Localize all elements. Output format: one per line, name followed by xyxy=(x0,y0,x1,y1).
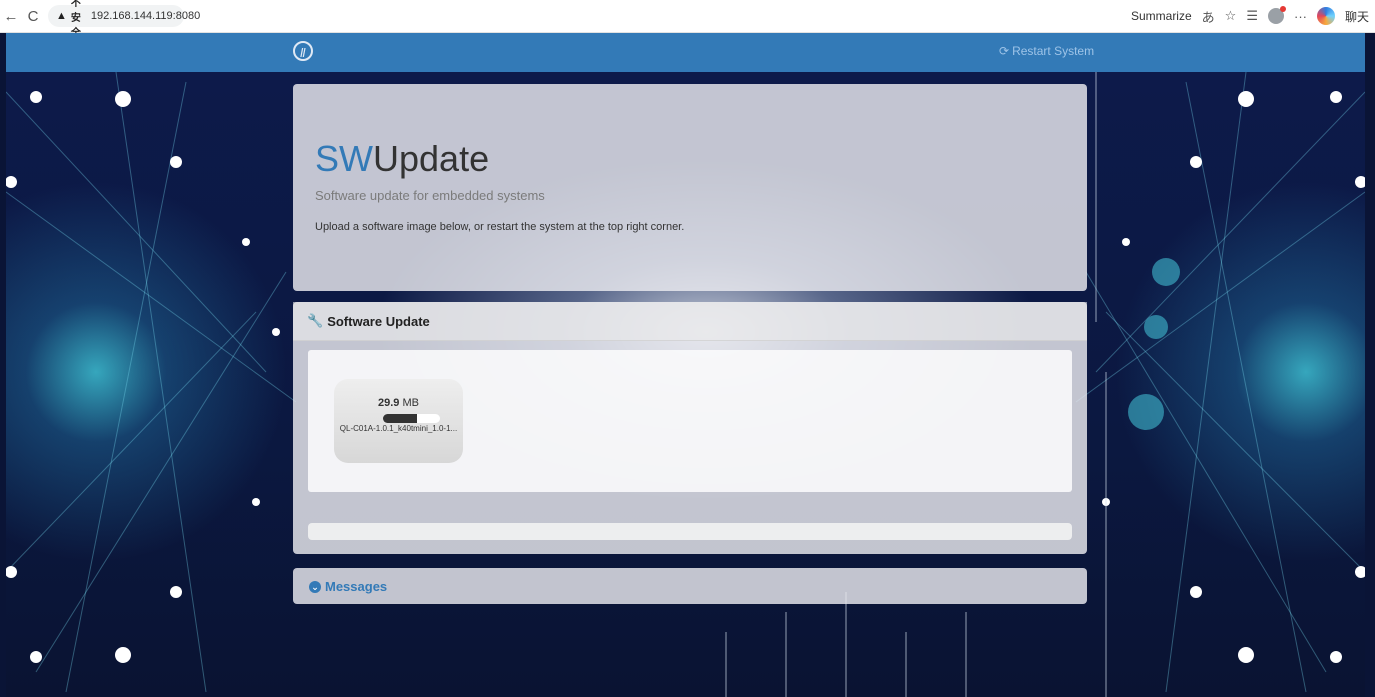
favorites-icon[interactable]: ☰ xyxy=(1246,8,1258,24)
update-progress-bar xyxy=(308,523,1072,540)
messages-panel: ⌄ Messages xyxy=(293,568,1087,604)
file-size-value: 29.9 xyxy=(378,397,400,409)
file-progress-fill xyxy=(383,414,418,423)
chat-label[interactable]: 聊天 xyxy=(1345,8,1369,25)
file-progress-track xyxy=(383,414,440,423)
messages-toggle[interactable]: ⌄ Messages xyxy=(309,579,387,594)
software-update-title: Software Update xyxy=(327,313,430,329)
software-update-panel: 🔧 Software Update 29.9 MB QL-C01A-1.0.1_… xyxy=(293,302,1087,554)
file-size: 29.9 MB xyxy=(334,397,463,409)
star-icon[interactable]: ☆ xyxy=(1225,8,1237,24)
file-preview[interactable]: 29.9 MB QL-C01A-1.0.1_k40tmini_1.0-1... xyxy=(334,379,463,463)
wrench-icon: 🔧 xyxy=(307,313,324,328)
summarize-button[interactable]: Summarize xyxy=(1131,9,1192,23)
restart-system-button[interactable]: ⟳ Restart System xyxy=(999,44,1094,58)
file-name: QL-C01A-1.0.1_k40tmini_1.0-1... xyxy=(339,424,458,433)
address-bar[interactable]: ▲ 不安全 192.168.144.119:8080 xyxy=(48,0,200,39)
app-navbar: Ⅱ ⟳ Restart System xyxy=(6,33,1365,72)
browser-toolbar: ← C ▲ 不安全 192.168.144.119:8080 Summarize… xyxy=(0,0,1375,39)
title-update: Update xyxy=(373,138,490,179)
page-title: SWUpdate xyxy=(315,138,489,180)
software-update-heading: 🔧 Software Update xyxy=(293,302,1087,341)
logo-icon[interactable]: Ⅱ xyxy=(293,41,313,61)
page-description: Upload a software image below, or restar… xyxy=(315,221,685,233)
page-subtitle: Software update for embedded systems xyxy=(315,188,545,203)
translate-icon[interactable]: あ xyxy=(1202,7,1215,26)
file-size-unit: MB xyxy=(402,397,419,409)
warning-icon: ▲ xyxy=(56,10,67,22)
copilot-icon[interactable] xyxy=(1316,7,1335,25)
restart-label: Restart System xyxy=(1012,44,1095,58)
profile-avatar[interactable] xyxy=(1267,6,1286,24)
messages-title: Messages xyxy=(325,579,388,594)
jumbotron-panel: SWUpdate Software update for embedded sy… xyxy=(293,84,1087,291)
chevron-down-icon: ⌄ xyxy=(309,580,321,593)
title-sw: SW xyxy=(315,138,373,179)
url-text: 192.168.144.119:8080 xyxy=(90,10,201,22)
reload-icon[interactable]: C xyxy=(22,8,44,25)
upload-dropzone[interactable]: 29.9 MB QL-C01A-1.0.1_k40tmini_1.0-1... xyxy=(308,350,1072,492)
browser-actions: Summarize あ ☆ ☰ ··· 聊天 xyxy=(1131,0,1369,32)
refresh-icon: ⟳ xyxy=(999,44,1010,58)
more-icon[interactable]: ··· xyxy=(1294,9,1307,24)
back-icon[interactable]: ← xyxy=(0,8,22,25)
